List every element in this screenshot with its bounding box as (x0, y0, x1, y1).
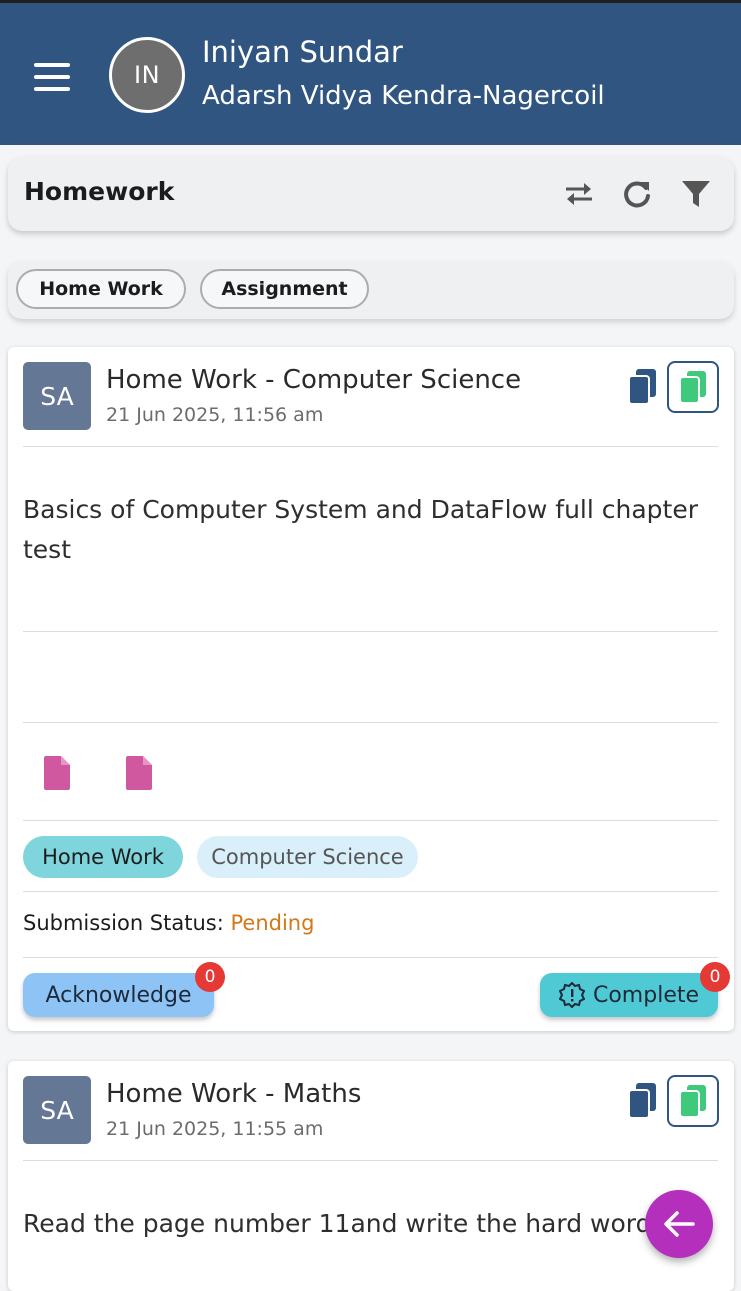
divider (23, 1160, 718, 1161)
divider (23, 820, 718, 821)
card-date: 21 Jun 2025, 11:56 am (106, 404, 324, 426)
pending-badge-icon (558, 982, 585, 1008)
homework-card[interactable]: SA Home Work - Computer Science 21 Jun 2… (8, 347, 734, 1031)
card-title: Home Work - Maths (106, 1079, 362, 1109)
card-description: Read the page number 11and write the har… (23, 1209, 665, 1238)
back-fab-button[interactable] (645, 1190, 713, 1258)
status-value: Pending (230, 911, 315, 935)
copy-icon[interactable] (626, 367, 660, 407)
divider (23, 891, 718, 892)
refresh-icon[interactable] (618, 175, 656, 213)
divider (23, 446, 718, 447)
copy-icon[interactable] (626, 1081, 660, 1121)
card-avatar: SA (23, 1076, 91, 1144)
menu-icon[interactable] (34, 63, 70, 91)
complete-button[interactable]: Complete (540, 973, 718, 1017)
arrow-left-icon (664, 1211, 695, 1237)
type-chip: Home Work (23, 836, 183, 878)
card-description: Basics of Computer System and DataFlow f… (23, 495, 699, 564)
user-name: Iniyan Sundar (202, 35, 403, 69)
homework-card[interactable]: SA Home Work - Maths 21 Jun 2025, 11:55 … (8, 1061, 734, 1291)
card-avatar: SA (23, 362, 91, 430)
file-icon[interactable] (42, 755, 72, 791)
swap-icon[interactable] (560, 175, 598, 213)
copy-to-clipboard-icon[interactable] (667, 361, 719, 413)
acknowledge-count-badge: 0 (195, 962, 225, 992)
app-header: IN Iniyan Sundar Adarsh Vidya Kendra-Nag… (0, 0, 741, 145)
user-avatar[interactable]: IN (109, 37, 185, 113)
submission-status: Submission Status: Pending (23, 911, 314, 935)
divider (23, 631, 718, 632)
file-icon[interactable] (124, 755, 154, 791)
page-title: Homework (24, 177, 175, 206)
acknowledge-button[interactable]: Acknowledge (23, 973, 214, 1017)
school-name: Adarsh Vidya Kendra-Nagercoil (202, 81, 605, 111)
card-date: 21 Jun 2025, 11:55 am (106, 1118, 324, 1140)
status-label: Submission Status: (23, 911, 231, 935)
copy-to-clipboard-icon[interactable] (667, 1075, 719, 1127)
complete-count-badge: 0 (700, 962, 730, 992)
subject-chip: Computer Science (197, 836, 418, 878)
complete-label: Complete (592, 982, 700, 1008)
filter-icon[interactable] (677, 175, 715, 213)
divider (23, 722, 718, 723)
tab-assignment[interactable]: Assignment (200, 269, 369, 309)
homework-toolbar: Homework (8, 157, 734, 231)
type-tabs: Home Work Assignment (8, 261, 734, 319)
tab-home-work[interactable]: Home Work (16, 269, 186, 309)
card-title: Home Work - Computer Science (106, 365, 522, 395)
divider (23, 957, 718, 958)
